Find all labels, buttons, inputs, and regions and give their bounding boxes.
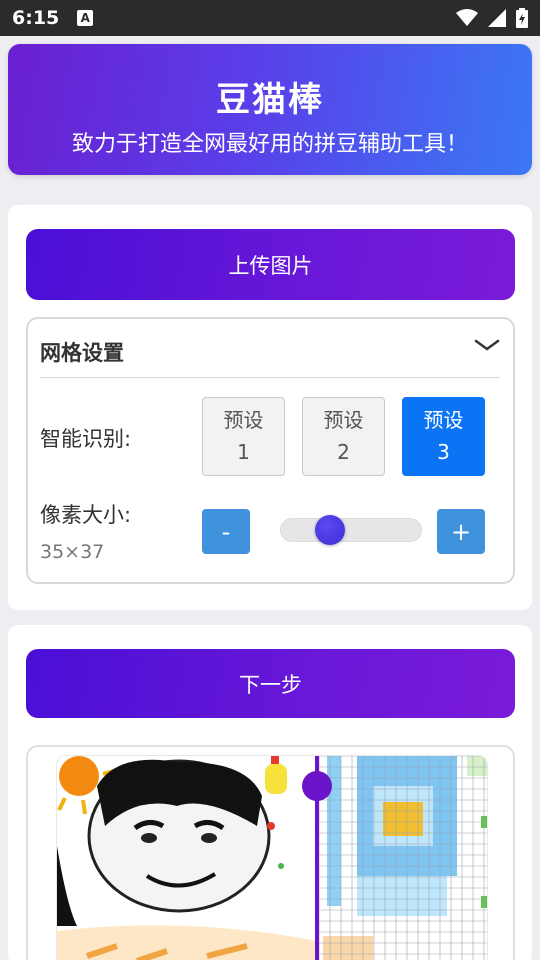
battery-icon bbox=[516, 8, 528, 28]
increase-button[interactable]: + bbox=[437, 509, 485, 554]
pixel-size-slider[interactable] bbox=[280, 515, 422, 545]
preset-1-button[interactable]: 预设 1 bbox=[202, 397, 285, 476]
divider bbox=[40, 377, 500, 378]
preset-2-line2: 2 bbox=[337, 440, 350, 464]
signal-icon bbox=[488, 9, 506, 27]
slider-knob[interactable] bbox=[314, 515, 345, 545]
smart-detect-label: 智能识别: bbox=[40, 427, 132, 451]
app-subtitle: 致力于打造全网最好用的拼豆辅助工具！ bbox=[71, 132, 468, 157]
pixel-size-label: 像素大小: bbox=[40, 503, 132, 527]
comparison-image bbox=[56, 755, 488, 960]
grid-settings-panel: 网格设置 智能识别: 预设 1 预设 2 预设 3 像素大小: 35×37 - … bbox=[26, 317, 515, 584]
pixel-size-value: 35×37 bbox=[40, 541, 105, 563]
preview-frame bbox=[26, 745, 515, 960]
preset-3-button[interactable]: 预设 3 bbox=[402, 397, 485, 476]
status-bar: 6:15 A bbox=[0, 0, 540, 36]
header-banner: 豆猫棒 致力于打造全网最好用的拼豆辅助工具！ bbox=[8, 44, 532, 175]
app-title: 豆猫棒 bbox=[216, 80, 324, 120]
grid-settings-title: 网格设置 bbox=[40, 341, 124, 365]
preset-1-line2: 1 bbox=[237, 440, 250, 464]
preset-1-line1: 预设 bbox=[223, 408, 264, 432]
compare-handle[interactable] bbox=[302, 771, 332, 801]
comparison-picture bbox=[57, 756, 487, 960]
preset-2-line1: 预设 bbox=[323, 408, 364, 432]
decrease-button[interactable]: - bbox=[202, 509, 250, 554]
preset-3-line2: 3 bbox=[437, 440, 450, 464]
chevron-down-icon[interactable] bbox=[473, 335, 501, 355]
wifi-icon bbox=[456, 9, 478, 26]
upload-image-button[interactable]: 上传图片 bbox=[26, 229, 515, 300]
notification-icon: A bbox=[77, 10, 94, 26]
preset-3-line1: 预设 bbox=[423, 408, 464, 432]
sun-icon bbox=[59, 756, 99, 796]
preset-2-button[interactable]: 预设 2 bbox=[302, 397, 385, 476]
settings-card: 上传图片 网格设置 智能识别: 预设 1 预设 2 预设 3 像素大小: 35×… bbox=[8, 205, 532, 610]
status-time: 6:15 bbox=[12, 7, 60, 29]
next-step-button[interactable]: 下一步 bbox=[26, 649, 515, 718]
preview-card: 下一步 bbox=[8, 625, 532, 960]
